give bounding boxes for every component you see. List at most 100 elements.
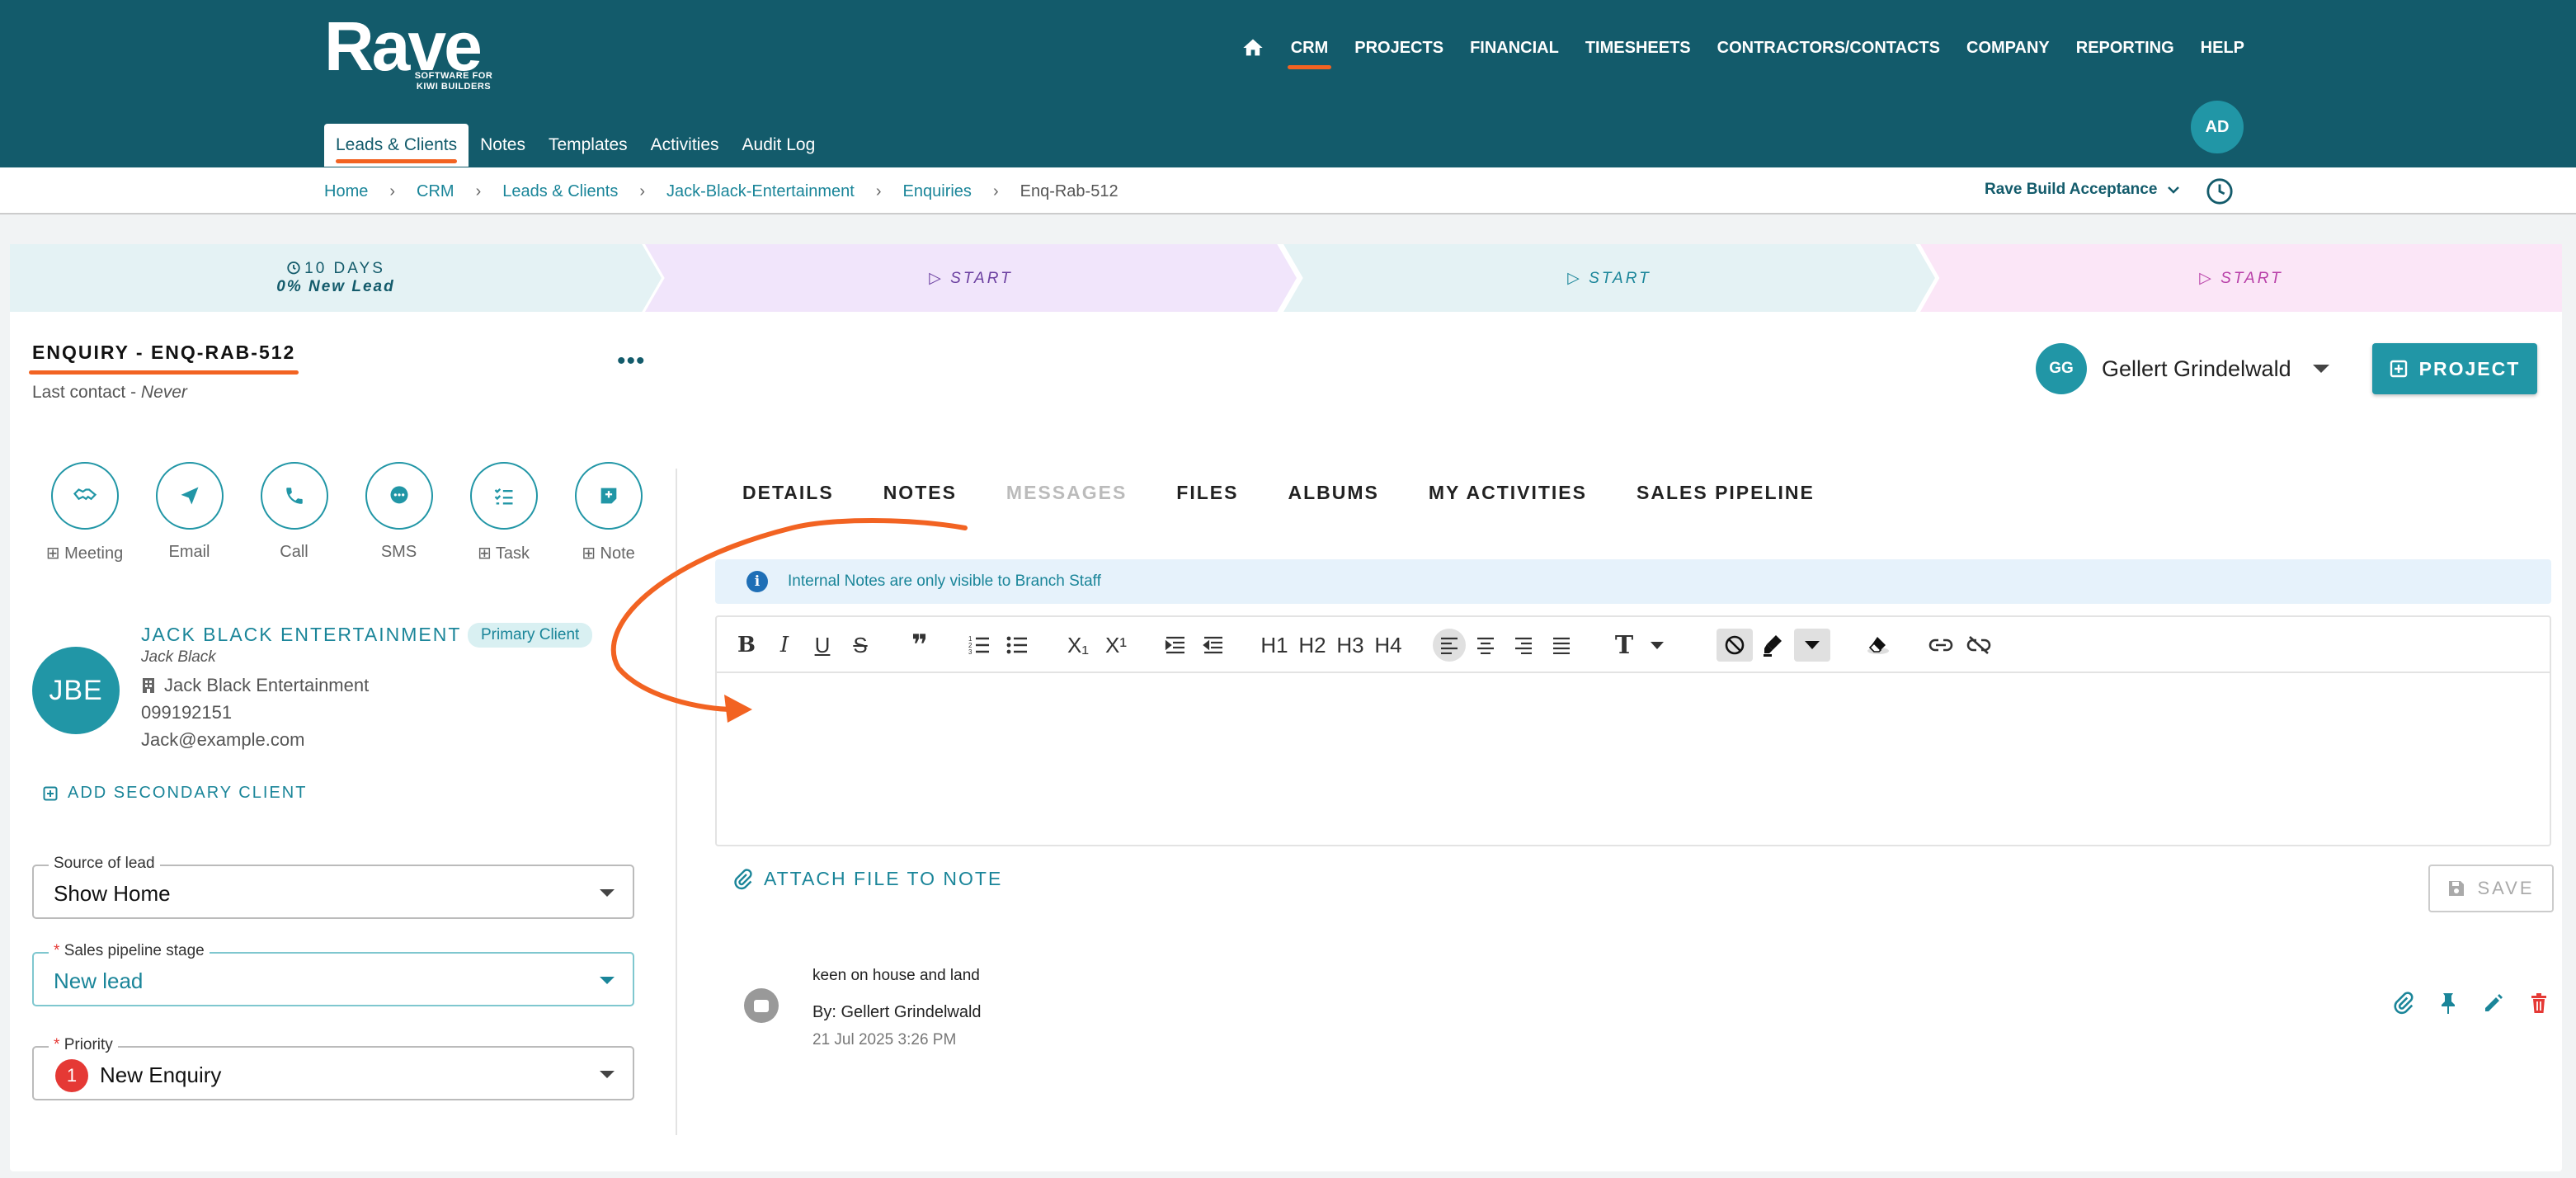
sub-nav: Leads & Clients Notes Templates Activiti… — [324, 124, 826, 167]
align-justify-icon[interactable] — [1547, 629, 1576, 662]
project-button[interactable]: PROJECT — [2372, 343, 2537, 394]
heading-2-button[interactable]: H2 — [1297, 629, 1327, 662]
nav-reporting[interactable]: REPORTING — [2076, 33, 2174, 63]
editor-toolbar: B I U S ❞ 123 X₁ X¹ H1 H2 H3 H4 T — [717, 617, 2550, 673]
attach-file-button[interactable]: ATTACH FILE TO NOTE — [734, 868, 1002, 890]
note-action[interactable]: ⊞ Note — [556, 462, 661, 563]
nav-timesheets[interactable]: TIMESHEETS — [1585, 33, 1691, 63]
subnav-templates[interactable]: Templates — [537, 124, 639, 167]
rave-logo[interactable]: Rave SOFTWARE FOR KIWI BUILDERS — [324, 12, 492, 92]
unlink-icon[interactable] — [1964, 629, 1994, 662]
sales-pipeline-stage-label-text: Sales pipeline stage — [64, 942, 205, 959]
text-style-button[interactable]: T — [1609, 629, 1639, 662]
nav-crm[interactable]: CRM — [1287, 33, 1331, 69]
panel-divider — [676, 469, 677, 1135]
breadcrumb-home[interactable]: Home — [324, 182, 368, 201]
tab-sales-pipeline[interactable]: SALES PIPELINE — [1636, 482, 1815, 504]
nav-company[interactable]: COMPANY — [1966, 33, 2050, 63]
home-icon[interactable] — [1241, 36, 1264, 59]
trash-icon[interactable] — [2529, 992, 2549, 1015]
sms-bubble-icon[interactable] — [365, 462, 433, 530]
clear-color-icon[interactable] — [1717, 629, 1753, 662]
tab-files[interactable]: FILES — [1176, 482, 1238, 504]
history-clock-icon[interactable] — [2206, 177, 2234, 205]
timer-icon — [287, 262, 300, 275]
nav-financial[interactable]: FINANCIAL — [1470, 33, 1559, 63]
ordered-list-icon[interactable]: 123 — [964, 629, 994, 662]
highlight-color-dropdown-icon[interactable] — [1794, 629, 1830, 662]
link-icon[interactable] — [1926, 629, 1956, 662]
nav-help[interactable]: HELP — [2201, 33, 2244, 63]
tab-details[interactable]: DETAILS — [742, 482, 834, 504]
meeting-action[interactable]: ⊞ Meeting — [32, 462, 137, 563]
blockquote-icon[interactable]: ❞ — [905, 629, 935, 662]
nav-projects[interactable]: PROJECTS — [1354, 33, 1443, 63]
breadcrumb-leads-clients[interactable]: Leads & Clients — [502, 182, 618, 201]
align-center-icon[interactable] — [1471, 629, 1500, 662]
align-right-icon[interactable] — [1509, 629, 1538, 662]
task-action[interactable]: ⊞ Task — [451, 462, 556, 563]
sms-action[interactable]: SMS — [346, 462, 451, 563]
heading-4-button[interactable]: H4 — [1373, 629, 1403, 662]
checklist-icon[interactable] — [469, 462, 538, 530]
pipeline-stage-start-1[interactable]: ▷ START — [645, 244, 1297, 312]
handshake-icon[interactable] — [50, 462, 119, 530]
outdent-icon[interactable] — [1199, 629, 1228, 662]
edit-pencil-icon[interactable] — [2483, 992, 2504, 1014]
assignee-avatar: GG — [2036, 343, 2087, 394]
underline-button[interactable]: U — [808, 629, 837, 662]
user-avatar[interactable]: AD — [2191, 101, 2244, 153]
sales-pipeline-stage-select[interactable]: * Sales pipeline stage New lead — [32, 942, 634, 1006]
indent-icon[interactable] — [1161, 629, 1190, 662]
tab-albums[interactable]: ALBUMS — [1288, 482, 1378, 504]
more-options-icon[interactable]: ••• — [617, 349, 646, 374]
highlighter-icon[interactable] — [1758, 629, 1787, 662]
bullet-list-icon[interactable] — [1002, 629, 1032, 662]
internal-notes-banner: i Internal Notes are only visible to Bra… — [715, 559, 2551, 604]
send-icon[interactable] — [155, 462, 224, 530]
heading-3-button[interactable]: H3 — [1335, 629, 1365, 662]
plus-box-icon — [43, 786, 58, 800]
subnav-activities[interactable]: Activities — [639, 124, 731, 167]
bold-button[interactable]: B — [732, 629, 761, 662]
subscript-icon[interactable]: X₁ — [1063, 629, 1093, 662]
note-actions — [2394, 992, 2549, 1015]
note-add-icon[interactable] — [574, 462, 643, 530]
priority-select[interactable]: * Priority 1 New Enquiry — [32, 1036, 634, 1100]
client-name[interactable]: JACK BLACK ENTERTAINMENT — [141, 624, 461, 646]
paperclip-icon[interactable] — [2394, 992, 2414, 1015]
strikethrough-button[interactable]: S — [845, 629, 875, 662]
text-style-dropdown-icon[interactable] — [1642, 629, 1672, 662]
branch-selector[interactable]: Rave Build Acceptance — [1985, 181, 2180, 199]
pipeline-days-text: 10 DAYS — [304, 260, 385, 277]
dropdown-caret-icon — [600, 889, 615, 897]
subnav-notes[interactable]: Notes — [469, 124, 537, 167]
tab-my-activities[interactable]: MY ACTIVITIES — [1429, 482, 1587, 504]
italic-button[interactable]: I — [770, 629, 799, 662]
pipeline-stage-start-3[interactable]: ▷ START — [1920, 244, 2562, 312]
phone-icon[interactable] — [260, 462, 328, 530]
heading-1-button[interactable]: H1 — [1260, 629, 1289, 662]
align-left-icon[interactable] — [1433, 629, 1466, 662]
email-action[interactable]: Email — [137, 462, 242, 563]
tab-notes[interactable]: NOTES — [883, 482, 957, 504]
eraser-icon[interactable] — [1863, 629, 1893, 662]
note-editor[interactable]: B I U S ❞ 123 X₁ X¹ H1 H2 H3 H4 T — [715, 615, 2551, 846]
note-text: keen on house and land — [812, 967, 980, 984]
superscript-icon[interactable]: X¹ — [1101, 629, 1131, 662]
priority-number-badge: 1 — [55, 1059, 88, 1092]
breadcrumb-client[interactable]: Jack-Black-Entertainment — [666, 182, 855, 201]
subnav-audit-log[interactable]: Audit Log — [731, 124, 827, 167]
assignee-selector[interactable]: GG Gellert Grindelwald — [2036, 343, 2329, 394]
nav-contractors-contacts[interactable]: CONTRACTORS/CONTACTS — [1717, 33, 1940, 63]
pin-icon[interactable] — [2438, 992, 2458, 1015]
pipeline-stage-current[interactable]: 10 DAYS 0% New Lead — [10, 244, 662, 312]
breadcrumb-enquiries[interactable]: Enquiries — [903, 182, 972, 201]
add-secondary-client-button[interactable]: ADD SECONDARY CLIENT — [43, 784, 307, 803]
call-action[interactable]: Call — [242, 462, 346, 563]
breadcrumb-crm[interactable]: CRM — [417, 182, 454, 201]
pipeline-stage-start-2[interactable]: ▷ START — [1283, 244, 1935, 312]
source-of-lead-select[interactable]: Source of lead Show Home — [32, 855, 634, 919]
save-button[interactable]: SAVE — [2428, 865, 2554, 912]
subnav-leads-clients[interactable]: Leads & Clients — [324, 124, 469, 167]
